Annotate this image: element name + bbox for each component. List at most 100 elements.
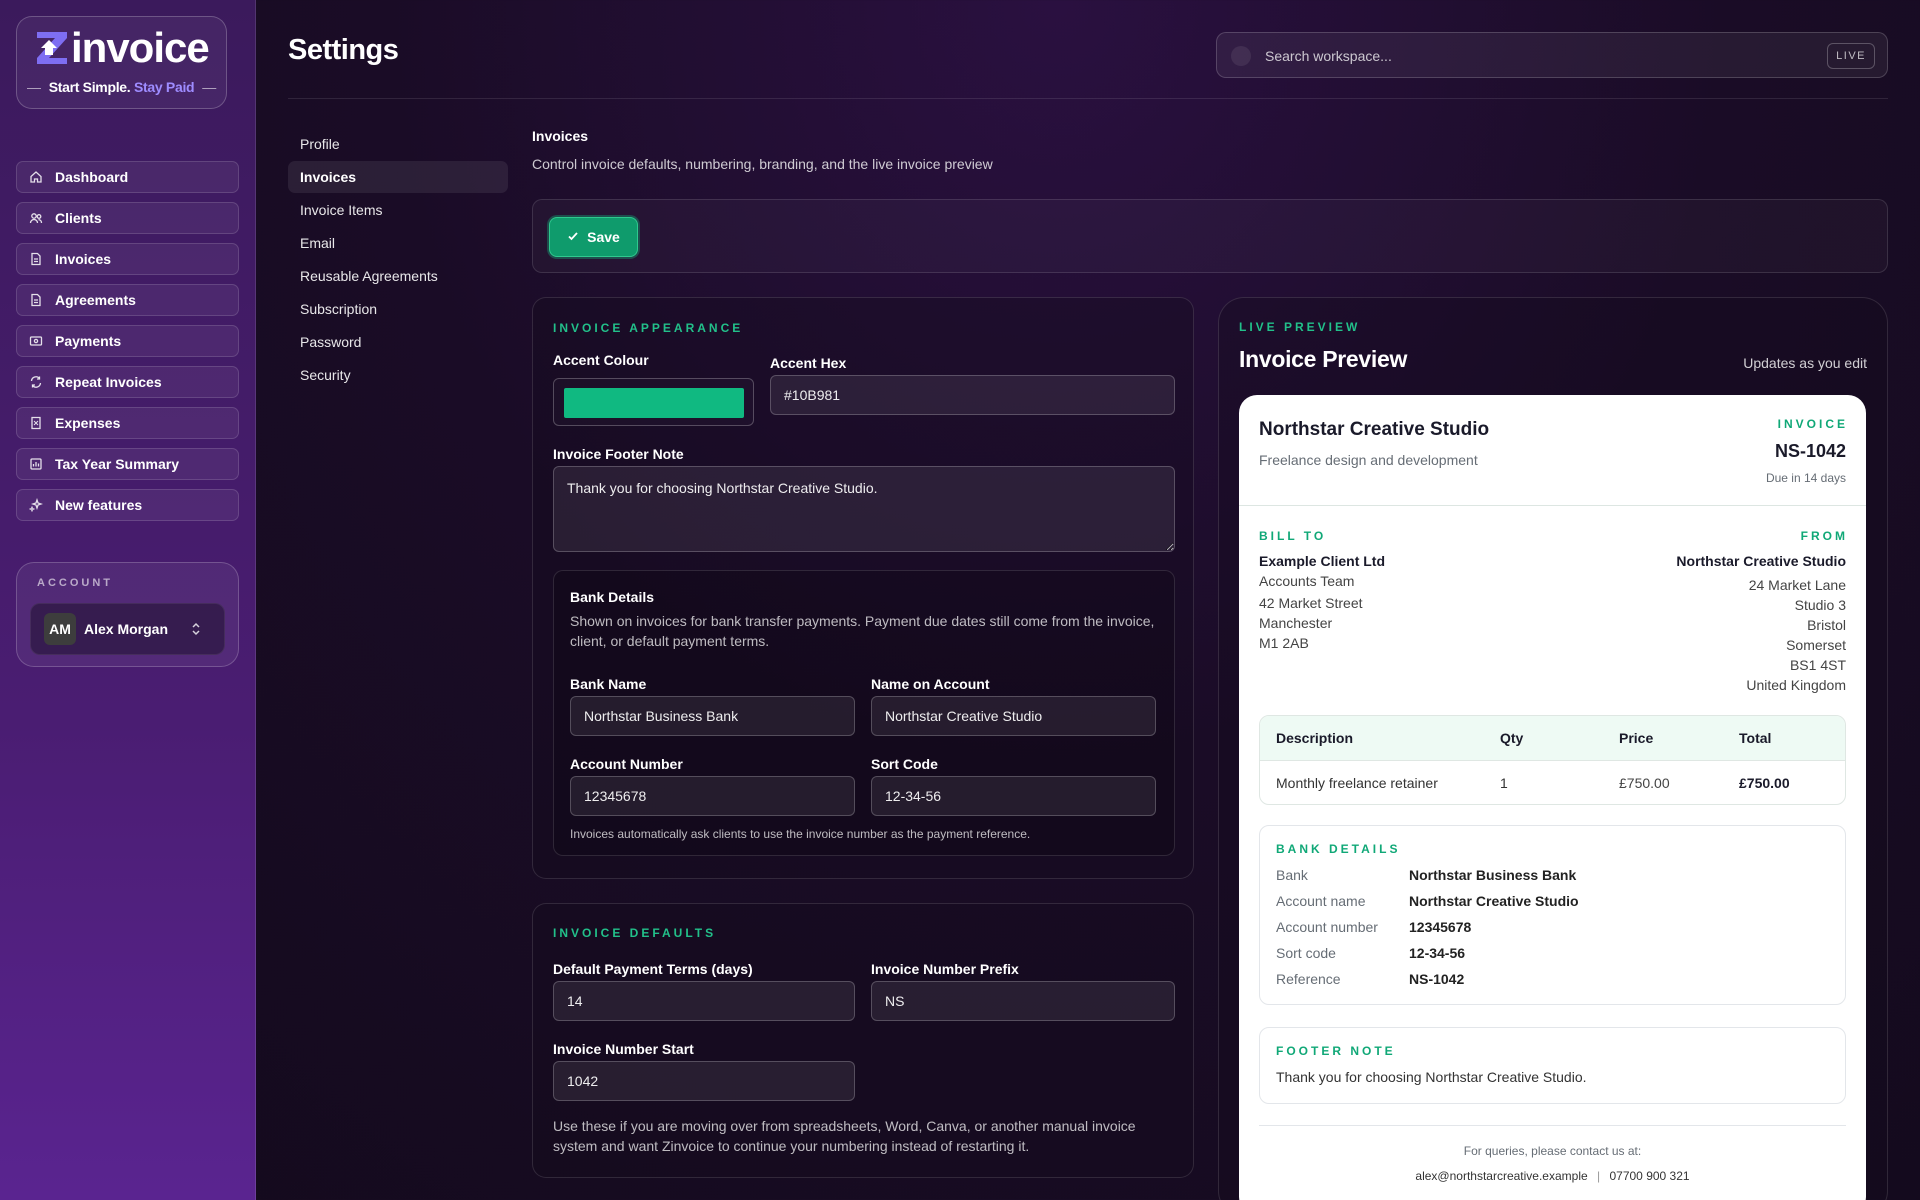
- payment-terms-field[interactable]: [553, 981, 855, 1021]
- bank-details-box: BANK DETAILS Bank Northstar Business Ban…: [1259, 825, 1846, 1005]
- from-line: BS1 4ST: [1789, 657, 1846, 673]
- reference-value: NS-1042: [1409, 971, 1465, 987]
- cell-qty: 1: [1500, 775, 1508, 791]
- sort-code-label: Sort Code: [871, 756, 938, 772]
- sidebar-item-tax-year-summary[interactable]: Tax Year Summary: [16, 448, 239, 480]
- account-name: Alex Morgan: [84, 621, 169, 637]
- bank-details-description: Shown on invoices for bank transfer paym…: [570, 613, 1155, 649]
- invoice-prefix-field[interactable]: [871, 981, 1175, 1021]
- header-divider: [288, 98, 1888, 99]
- accent-colour-swatch: [564, 388, 744, 418]
- live-preview-card: LIVE PREVIEW Invoice Preview Updates as …: [1218, 297, 1888, 1200]
- sort-code-value: 12-34-56: [1409, 945, 1466, 961]
- sidebar-item-agreements[interactable]: Agreements: [16, 284, 239, 316]
- section-title: Invoices: [532, 128, 589, 144]
- cell-description: Monthly freelance retainer: [1276, 775, 1438, 791]
- bank-details-heading: BANK DETAILS: [1276, 842, 1401, 856]
- sidebar-item-repeat-invoices[interactable]: Repeat Invoices: [16, 366, 239, 398]
- contact-separator: |: [1597, 1169, 1601, 1183]
- preview-title: Invoice Preview: [1239, 346, 1408, 372]
- tab-invoices[interactable]: Invoices: [288, 161, 508, 193]
- contact-divider: [1259, 1125, 1846, 1126]
- tagline-paid: Stay Paid: [133, 79, 195, 95]
- from-line: United Kingdom: [1746, 677, 1846, 693]
- save-bar: Save: [532, 199, 1888, 273]
- section-description: Control invoice defaults, numbering, bra…: [532, 156, 993, 172]
- logo[interactable]: invoice — Start Simple. Stay Paid —: [16, 16, 227, 109]
- appearance-heading: INVOICE APPEARANCE: [553, 321, 744, 335]
- col-qty: Qty: [1500, 730, 1524, 746]
- logo-wordmark: invoice: [35, 27, 210, 69]
- from-line: 24 Market Lane: [1748, 577, 1846, 593]
- sidebar-item-dashboard[interactable]: Dashboard: [16, 161, 239, 193]
- tab-email[interactable]: Email: [288, 227, 508, 259]
- tab-subscription[interactable]: Subscription: [288, 293, 508, 325]
- users-icon: [29, 211, 43, 225]
- bank-name-field[interactable]: [570, 696, 855, 736]
- sidebar-item-new-features[interactable]: New features: [16, 489, 239, 521]
- bank-key: Bank: [1276, 867, 1308, 883]
- contact-phone: 07700 900 321: [1609, 1169, 1690, 1183]
- contact-email: alex@northstarcreative.example: [1415, 1169, 1588, 1183]
- accent-hex-label: Accent Hex: [770, 355, 847, 371]
- check-icon: [567, 229, 579, 245]
- col-total: Total: [1739, 730, 1772, 746]
- tab-security[interactable]: Security: [288, 359, 508, 391]
- sort-code-field[interactable]: [871, 776, 1156, 816]
- bill-to-line: 42 Market Street: [1259, 595, 1363, 611]
- sidebar-item-payments[interactable]: Payments: [16, 325, 239, 357]
- account-switcher[interactable]: AM Alex Morgan: [30, 603, 225, 655]
- footer-note-heading: FOOTER NOTE: [1276, 1044, 1396, 1058]
- tab-reusable-agreements[interactable]: Reusable Agreements: [288, 260, 508, 292]
- search-input[interactable]: [1265, 45, 1785, 67]
- home-icon: [29, 170, 43, 184]
- settings-nav: Profile Invoices Invoice Items Email Reu…: [288, 128, 508, 392]
- defaults-help: Use these if you are moving over from sp…: [553, 1118, 1136, 1154]
- from-name: Northstar Creative Studio: [1676, 553, 1846, 569]
- footer-note-box: FOOTER NOTE Thank you for choosing North…: [1259, 1027, 1846, 1104]
- preview-heading: LIVE PREVIEW: [1239, 320, 1361, 334]
- col-description: Description: [1276, 730, 1354, 746]
- bill-to-line: Manchester: [1259, 615, 1333, 631]
- accent-colour-picker[interactable]: [553, 378, 754, 426]
- bank-details-subcard: Bank Details Shown on invoices for bank …: [553, 570, 1175, 856]
- chevron-up-down-icon: [190, 621, 202, 642]
- invoice-prefix-label: Invoice Number Prefix: [871, 961, 1019, 977]
- sort-code-key: Sort code: [1276, 945, 1336, 961]
- invoice-start-field[interactable]: [553, 1061, 855, 1101]
- payment-reference-note: Invoices automatically ask clients to us…: [570, 827, 1031, 841]
- page-title: Settings: [288, 34, 399, 66]
- footer-note-field[interactable]: Thank you for choosing Northstar Creativ…: [553, 466, 1175, 552]
- bill-to-label: BILL TO: [1259, 529, 1327, 543]
- from-label: FROM: [1800, 529, 1848, 543]
- account-label: ACCOUNT: [37, 577, 113, 589]
- account-number-field[interactable]: [570, 776, 855, 816]
- table-row: Monthly freelance retainer 1 £750.00 £75…: [1260, 761, 1845, 804]
- bank-details-title: Bank Details: [570, 589, 655, 605]
- invoice-appearance-card: INVOICE APPEARANCE Accent Colour Accent …: [532, 297, 1194, 879]
- invoice-start-label: Invoice Number Start: [553, 1041, 694, 1057]
- due-date: Due in 14 days: [1765, 471, 1846, 485]
- main-nav: Dashboard Clients Invoices Agreements Pa…: [16, 161, 239, 530]
- search-bar: LIVE: [1216, 32, 1888, 78]
- footer-note-label: Invoice Footer Note: [553, 446, 684, 462]
- accent-colour-label: Accent Colour: [553, 352, 649, 368]
- live-badge: LIVE: [1827, 43, 1875, 69]
- bill-to-name: Example Client Ltd: [1259, 553, 1386, 569]
- tab-invoice-items[interactable]: Invoice Items: [288, 194, 508, 226]
- tab-profile[interactable]: Profile: [288, 128, 508, 160]
- col-price: Price: [1619, 730, 1654, 746]
- accent-hex-field[interactable]: [770, 375, 1175, 415]
- invoice-defaults-card: INVOICE DEFAULTS Default Payment Terms (…: [532, 903, 1194, 1178]
- sidebar-item-expenses[interactable]: Expenses: [16, 407, 239, 439]
- tab-password[interactable]: Password: [288, 326, 508, 358]
- bank-value: Northstar Business Bank: [1409, 867, 1577, 883]
- account-number-key: Account number: [1276, 919, 1378, 935]
- sidebar-item-clients[interactable]: Clients: [16, 202, 239, 234]
- cell-total: £750.00: [1739, 775, 1790, 791]
- from-line: Bristol: [1807, 617, 1846, 633]
- account-name-field[interactable]: [871, 696, 1156, 736]
- table-header: Description Qty Price Total: [1260, 716, 1845, 761]
- sidebar-item-invoices[interactable]: Invoices: [16, 243, 239, 275]
- save-button[interactable]: Save: [549, 217, 638, 257]
